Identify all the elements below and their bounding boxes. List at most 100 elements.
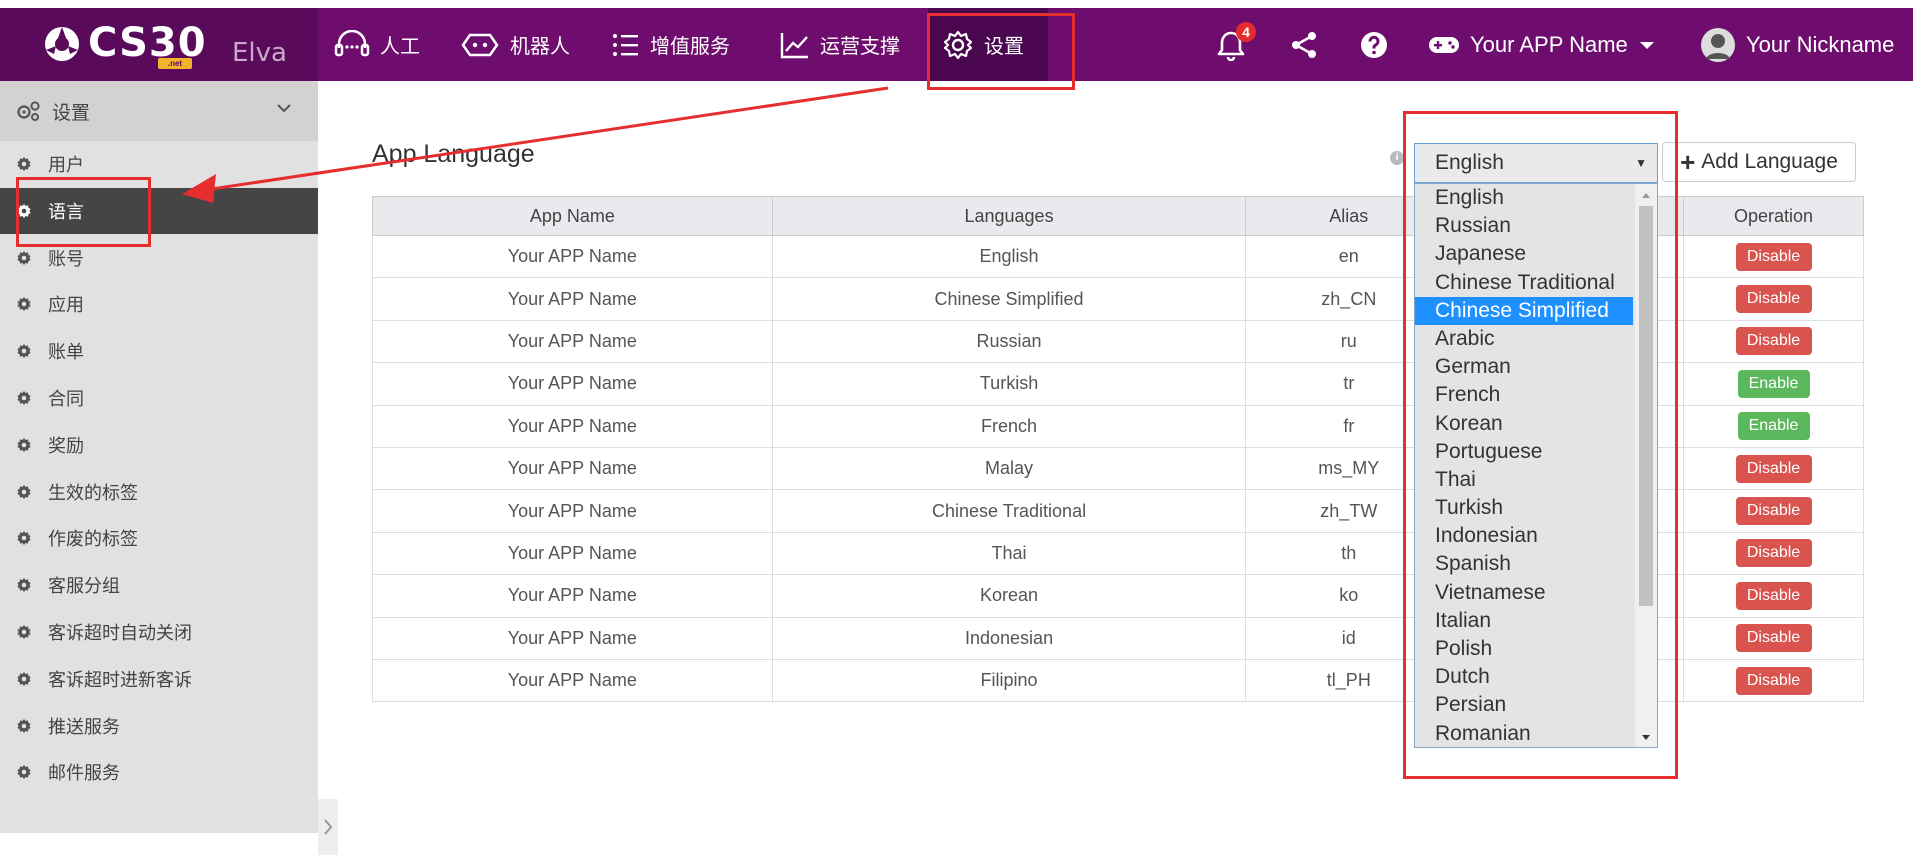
sidebar-item-12[interactable]: 客诉超时进新客诉 <box>0 656 318 702</box>
add-language-button[interactable]: + Add Language <box>1662 142 1856 182</box>
dropdown-option[interactable]: French <box>1415 381 1633 409</box>
disable-button[interactable]: Disable <box>1735 624 1812 653</box>
nav-settings[interactable]: 设置 <box>928 8 1048 81</box>
language-dropdown-list[interactable]: English Russian Japanese Chinese Traditiona… <box>1414 183 1658 748</box>
dropdown-option[interactable]: Chinese Simplified <box>1415 296 1633 325</box>
cell-app-name: Your APP Name <box>372 362 773 406</box>
language-select[interactable]: English ▼ <box>1414 143 1658 183</box>
robot-icon <box>461 33 499 56</box>
dropdown-option[interactable]: Turkish <box>1415 494 1633 522</box>
nav-label: 设置 <box>984 36 1024 58</box>
sidebar-item-14[interactable]: 邮件服务 <box>0 749 318 795</box>
dropdown-option[interactable]: Thai <box>1415 466 1633 494</box>
app-name-label: Your APP Name <box>1470 31 1628 57</box>
sidebar-item-label: 推送服务 <box>48 716 120 737</box>
dropdown-scrollbar[interactable] <box>1635 184 1657 747</box>
dropdown-option[interactable]: German <box>1415 353 1633 381</box>
cell-app-name: Your APP Name <box>372 234 773 279</box>
sidebar-collapse-toggle[interactable] <box>318 799 338 855</box>
disable-button[interactable]: Disable <box>1735 285 1812 314</box>
disable-button[interactable]: Disable <box>1735 327 1812 356</box>
chevron-down-icon <box>277 104 291 113</box>
dropdown-option[interactable]: Korean <box>1415 410 1633 438</box>
disable-button[interactable]: Disable <box>1735 242 1812 271</box>
enable-button[interactable]: Enable <box>1737 412 1810 441</box>
gear-icon <box>17 625 31 639</box>
dropdown-option[interactable]: Persian <box>1415 691 1633 719</box>
sidebar-item-9[interactable]: 作废的标签 <box>0 515 318 561</box>
help-icon <box>1361 31 1387 58</box>
sidebar-item-5[interactable]: 账单 <box>0 328 318 374</box>
disable-button[interactable]: Disable <box>1735 581 1812 610</box>
sidebar-item-8[interactable]: 生效的标签 <box>0 469 318 515</box>
sidebar-item-label: 用户 <box>48 155 84 175</box>
cell-operation: Disable <box>1683 531 1864 576</box>
enable-button[interactable]: Enable <box>1737 369 1810 398</box>
list-icon <box>613 33 638 56</box>
gear-icon <box>17 578 31 593</box>
dropdown-option[interactable]: Portuguese <box>1415 438 1633 466</box>
dropdown-option[interactable]: Arabic <box>1415 325 1633 353</box>
dropdown-option[interactable]: English <box>1415 184 1633 212</box>
dropdown-option[interactable]: Chinese Traditional <box>1415 269 1633 297</box>
sidebar-item-3[interactable]: 账号 <box>0 235 318 281</box>
app-switcher[interactable]: Your APP Name <box>1428 8 1666 81</box>
disable-button[interactable]: Disable <box>1735 497 1812 526</box>
sidebar-item-label: 生效的标签 <box>48 482 138 503</box>
sidebar-item-1[interactable]: 用户 <box>0 141 318 187</box>
nav-robot[interactable]: 机器人 <box>460 8 570 81</box>
sidebar-item-2[interactable]: 语言 <box>0 187 318 234</box>
dropdown-option[interactable]: Spanish <box>1415 550 1633 578</box>
notifications-button[interactable] <box>1216 8 1256 81</box>
share-icon <box>1292 31 1316 58</box>
current-user-short: Elva <box>232 38 287 68</box>
dropdown-option[interactable]: Russian <box>1415 212 1633 240</box>
dropdown-option[interactable]: Dutch <box>1415 663 1633 691</box>
disable-button[interactable]: Disable <box>1735 666 1812 695</box>
dropdown-option[interactable]: Vietnamese <box>1415 579 1633 607</box>
dropdown-option[interactable]: Polish <box>1415 635 1633 663</box>
page-title: App Language <box>372 140 535 168</box>
dropdown-option[interactable]: Indonesian <box>1415 522 1633 550</box>
cell-operation: Enable <box>1683 404 1864 448</box>
logo-area[interactable]: CS30 .net Elva <box>0 8 318 81</box>
sidebar-item-6[interactable]: 合同 <box>0 375 318 421</box>
nav-operations[interactable]: 运营支撑 <box>780 8 900 81</box>
sidebar-item-label: 语言 <box>48 201 84 222</box>
gears-icon <box>17 101 40 121</box>
language-select-value: English <box>1435 151 1504 174</box>
user-menu[interactable]: Your Nickname <box>1700 8 1894 81</box>
gamepad-icon <box>1429 36 1459 53</box>
dropdown-option[interactable]: Japanese <box>1415 240 1633 268</box>
scrollbar-thumb[interactable] <box>1639 206 1653 606</box>
sidebar-item-7[interactable]: 奖励 <box>0 422 318 468</box>
dropdown-option[interactable]: Romanian <box>1415 720 1633 747</box>
cell-language: Filipino <box>771 658 1247 703</box>
nav-manual-service[interactable]: 人工 <box>334 8 420 81</box>
cell-operation: Disable <box>1683 319 1864 364</box>
sidebar-item-label: 应用 <box>48 295 84 316</box>
gear-icon <box>17 437 31 452</box>
share-button[interactable] <box>1290 8 1328 81</box>
disable-button[interactable]: Disable <box>1735 454 1812 483</box>
info-icon[interactable]: i <box>1390 151 1404 165</box>
dropdown-option[interactable]: Italian <box>1415 607 1633 635</box>
headset-icon <box>334 29 370 56</box>
gear-icon <box>17 484 31 499</box>
sidebar-item-4[interactable]: 应用 <box>0 281 318 327</box>
logo-icon <box>45 27 79 61</box>
sidebar-item-13[interactable]: 推送服务 <box>0 703 318 749</box>
gear-icon <box>17 157 31 171</box>
sidebar-section-settings[interactable]: 设置 <box>0 81 318 141</box>
gear-icon <box>17 718 31 733</box>
disable-button[interactable]: Disable <box>1735 539 1812 568</box>
help-button[interactable] <box>1360 8 1398 81</box>
cell-language: French <box>771 404 1247 448</box>
nav-value-added[interactable]: 增值服务 <box>612 8 730 81</box>
cell-language: Indonesian <box>771 616 1247 660</box>
sidebar-item-10[interactable]: 客服分组 <box>0 562 318 608</box>
gear-icon <box>17 531 31 546</box>
cell-operation: Disable <box>1683 574 1864 618</box>
sidebar-item-11[interactable]: 客诉超时自动关闭 <box>0 609 318 655</box>
gear-icon <box>17 203 31 218</box>
